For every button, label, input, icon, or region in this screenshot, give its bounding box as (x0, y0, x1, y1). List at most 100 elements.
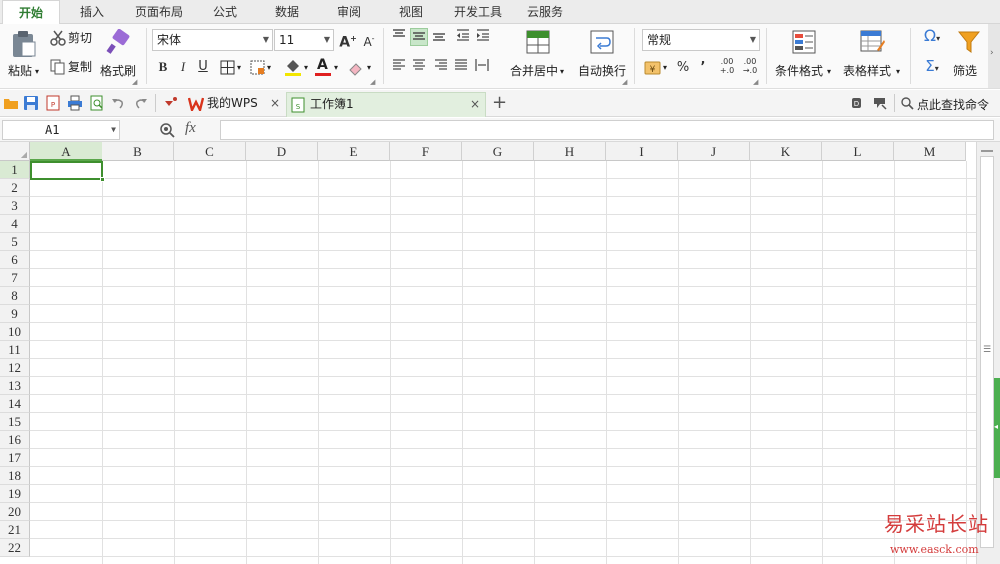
row-header-9[interactable]: 9 (0, 305, 30, 323)
increase-indent-button[interactable] (474, 28, 492, 46)
dialog-launcher-icon[interactable]: ◢ (622, 78, 627, 86)
clear-format-button[interactable]: ▾ (348, 58, 376, 78)
row-header-16[interactable]: 16 (0, 431, 30, 449)
row-header-18[interactable]: 18 (0, 467, 30, 485)
scroll-up-icon[interactable] (981, 144, 993, 152)
print-icon[interactable] (67, 95, 83, 111)
number-format-select[interactable]: 常规 ▼ (642, 29, 760, 51)
new-tab-button[interactable]: + (492, 92, 507, 114)
comma-style-button[interactable]: ’ (694, 59, 712, 77)
row-header-7[interactable]: 7 (0, 269, 30, 287)
wrap-text-button[interactable]: 自动换行 (574, 28, 630, 84)
row-header-12[interactable]: 12 (0, 359, 30, 377)
row-header-20[interactable]: 20 (0, 503, 30, 521)
bold-button[interactable]: B (154, 58, 172, 76)
currency-button[interactable]: ¥ ▾ (644, 58, 672, 78)
dialog-launcher-icon[interactable]: ◢ (370, 78, 375, 86)
tab-review[interactable]: 审阅 (324, 0, 374, 24)
send-icon[interactable] (873, 96, 887, 110)
open-folder-icon[interactable] (3, 95, 19, 111)
tab-data[interactable]: 数据 (262, 0, 312, 24)
column-header-d[interactable]: D (246, 142, 318, 161)
align-center-button[interactable] (410, 58, 428, 76)
column-header-a[interactable]: A (30, 142, 103, 161)
select-all-corner[interactable]: ◢ (0, 142, 30, 161)
justify-button[interactable] (452, 58, 470, 76)
fill-color-button[interactable]: ▾ (284, 58, 312, 78)
name-box[interactable]: A1 ▼ (2, 120, 120, 140)
fill-handle[interactable] (100, 177, 105, 182)
align-bottom-button[interactable] (430, 28, 448, 46)
command-search[interactable]: 点此查找命令 (898, 92, 1000, 115)
redo-icon[interactable] (134, 96, 148, 110)
row-header-22[interactable]: 22 (0, 539, 30, 557)
row-header-3[interactable]: 3 (0, 197, 30, 215)
customize-toolbar-icon[interactable] (163, 96, 179, 110)
decrease-decimal-button[interactable]: .00 →.0 (739, 57, 761, 75)
column-header-c[interactable]: C (174, 142, 246, 161)
conditional-format-button[interactable]: 条件格式 ▾ (772, 28, 834, 84)
insert-function-button[interactable]: fx (185, 120, 196, 137)
zoom-search-icon[interactable] (159, 122, 175, 138)
align-right-button[interactable] (432, 58, 450, 76)
export-pdf-icon[interactable]: P (45, 95, 61, 111)
ribbon-scroll-right[interactable]: › (988, 24, 1000, 88)
vertical-scrollbar[interactable]: ☰ (976, 142, 1000, 564)
column-header-g[interactable]: G (462, 142, 534, 161)
scrollbar-thumb[interactable]: ☰ (980, 156, 994, 548)
font-color-button[interactable]: A ▾ (314, 58, 342, 78)
row-header-8[interactable]: 8 (0, 287, 30, 305)
row-header-6[interactable]: 6 (0, 251, 30, 269)
cell-style-button[interactable]: ▾ (250, 59, 278, 77)
column-header-k[interactable]: K (750, 142, 822, 161)
column-header-i[interactable]: I (606, 142, 678, 161)
row-header-11[interactable]: 11 (0, 341, 30, 359)
column-header-h[interactable]: H (534, 142, 606, 161)
side-panel-toggle[interactable]: ◂ (994, 378, 1000, 478)
italic-button[interactable]: I (174, 58, 192, 76)
row-header-19[interactable]: 19 (0, 485, 30, 503)
column-header-j[interactable]: J (678, 142, 750, 161)
distribute-button[interactable] (473, 58, 491, 76)
tab-insert[interactable]: 插入 (66, 0, 118, 24)
align-middle-button[interactable] (410, 28, 428, 46)
tab-cloud[interactable]: 云服务 (518, 0, 572, 24)
row-header-17[interactable]: 17 (0, 449, 30, 467)
row-header-15[interactable]: 15 (0, 413, 30, 431)
row-header-14[interactable]: 14 (0, 395, 30, 413)
column-header-e[interactable]: E (318, 142, 390, 161)
row-header-1[interactable]: 1 (0, 161, 30, 179)
row-header-5[interactable]: 5 (0, 233, 30, 251)
increase-font-button[interactable]: A+ (339, 30, 357, 51)
selected-cell[interactable] (30, 161, 105, 182)
print-preview-icon[interactable] (89, 95, 105, 111)
table-style-button[interactable]: 表格样式 ▾ (840, 28, 904, 84)
dialog-launcher-icon[interactable]: ◢ (132, 78, 137, 86)
tab-home[interactable]: 开始 (2, 0, 60, 25)
percent-button[interactable]: % (674, 59, 692, 77)
row-header-10[interactable]: 10 (0, 323, 30, 341)
symbol-button[interactable]: Ω▾ (918, 27, 946, 45)
tab-developer[interactable]: 开发工具 (446, 0, 510, 24)
row-header-2[interactable]: 2 (0, 179, 30, 197)
share-icon[interactable]: D (850, 96, 864, 110)
doc-tab-workbook[interactable]: S 工作簿1 × (286, 92, 486, 117)
doc-tab-mywps[interactable]: 我的WPS × (184, 92, 284, 117)
tab-page-layout[interactable]: 页面布局 (126, 0, 192, 24)
row-header-4[interactable]: 4 (0, 215, 30, 233)
font-family-select[interactable]: 宋体 ▼ (152, 29, 273, 51)
column-header-l[interactable]: L (822, 142, 894, 161)
tab-view[interactable]: 视图 (386, 0, 436, 24)
undo-icon[interactable] (111, 96, 125, 110)
cut-button[interactable]: 剪切 (48, 29, 98, 47)
font-size-select[interactable]: 11 ▼ (274, 29, 334, 51)
increase-decimal-button[interactable]: .00 +.0 (716, 57, 738, 75)
decrease-indent-button[interactable] (454, 28, 472, 46)
close-icon[interactable]: × (470, 93, 480, 116)
row-header-21[interactable]: 21 (0, 521, 30, 539)
formula-input[interactable] (220, 120, 994, 140)
tab-formulas[interactable]: 公式 (200, 0, 250, 24)
spreadsheet-grid[interactable]: ◢ A B C D E F G H I J K L M 1 2 3 4 5 6 7 8 9 10 11 12 13 14 15 16 17… (0, 142, 976, 564)
underline-button[interactable]: U (194, 58, 212, 76)
align-left-button[interactable] (390, 58, 408, 76)
